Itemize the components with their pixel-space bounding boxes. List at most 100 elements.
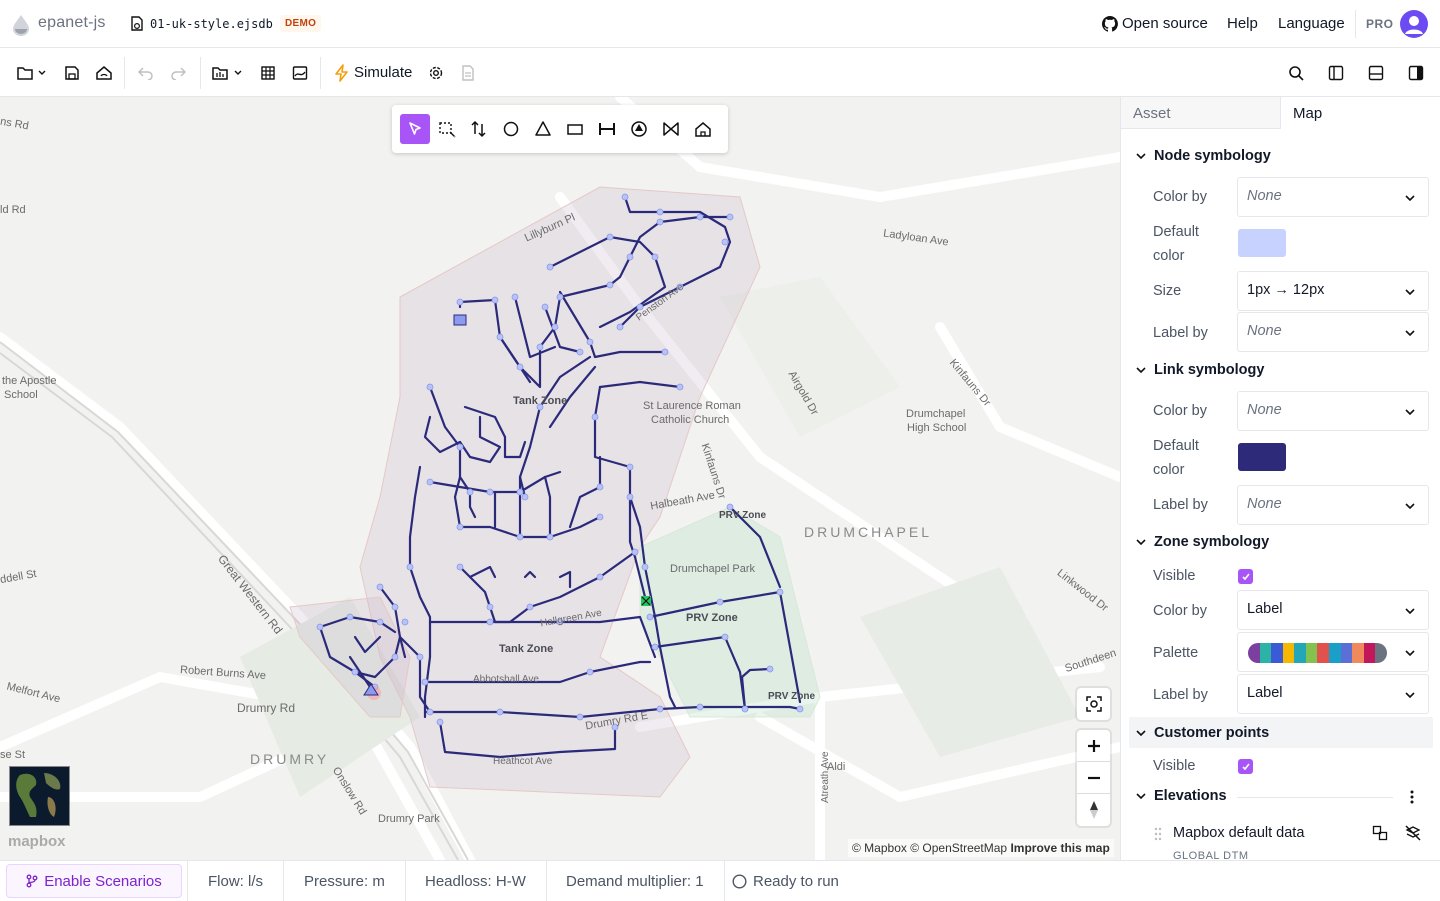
mapbox-attribution[interactable]: © Mapbox: [852, 841, 907, 855]
folder-icon[interactable]: [14, 63, 48, 83]
save-cloud-icon[interactable]: [94, 63, 114, 83]
osm-attribution[interactable]: © OpenStreetMap: [910, 841, 1007, 855]
select-value: None: [1247, 188, 1282, 204]
reshape-tool[interactable]: [464, 114, 494, 144]
more-vertical-icon[interactable]: [1409, 789, 1415, 805]
redo-icon[interactable]: [168, 63, 188, 83]
file-name[interactable]: 01-uk-style.ejsdb: [150, 17, 273, 31]
chevron-down-icon: [1405, 608, 1415, 615]
street-label: Atreath Ave: [820, 751, 831, 803]
valve-tool[interactable]: [656, 114, 686, 144]
user-icon: [1405, 16, 1423, 34]
undo-icon[interactable]: [136, 63, 156, 83]
palette-color: [1305, 643, 1318, 663]
pipe-icon: [599, 123, 615, 135]
junction-tool[interactable]: [496, 114, 526, 144]
pointer-icon: [409, 122, 421, 135]
locate-icon[interactable]: [1077, 688, 1110, 720]
palette-preview: [1248, 643, 1387, 663]
drag-handle-icon[interactable]: [1154, 827, 1162, 841]
status-text: Flow: l/s: [208, 872, 264, 890]
flow-units[interactable]: Flow: l/s: [187, 861, 285, 901]
save-icon[interactable]: [62, 63, 82, 83]
settings-icon[interactable]: [426, 63, 446, 83]
map-canvas[interactable]: ns Rd ld Rd the Apostle School ddell St …: [0, 97, 1120, 860]
simulate-icon[interactable]: [332, 63, 352, 83]
compass-button[interactable]: [1077, 794, 1110, 826]
user-avatar[interactable]: [1400, 10, 1428, 38]
tank-tool[interactable]: [560, 114, 590, 144]
select-area-tool[interactable]: [432, 114, 462, 144]
demand-multiplier[interactable]: Demand multiplier: 1: [546, 861, 725, 901]
palette-color: [1282, 643, 1295, 663]
pressure-units[interactable]: Pressure: m: [284, 861, 406, 901]
chevron-down-icon: [1405, 289, 1415, 296]
palette-color: [1259, 643, 1272, 663]
elevations-header[interactable]: Elevations: [1135, 788, 1227, 804]
pipe-tool[interactable]: [592, 114, 622, 144]
zoom-out-button[interactable]: [1077, 762, 1110, 794]
field-label: color: [1153, 248, 1185, 264]
app-header: epanet-js 01-uk-style.ejsdb DEMO Open so…: [0, 0, 1440, 48]
zone-label-by-select[interactable]: Label: [1237, 674, 1429, 714]
github-icon: [1102, 16, 1118, 32]
swap-icon[interactable]: [1372, 825, 1388, 841]
enable-scenarios-button[interactable]: Enable Scenarios: [6, 864, 182, 898]
simulation-status: Ready to run: [722, 861, 859, 901]
search-icon[interactable]: [1286, 63, 1306, 83]
bottom-panel-icon[interactable]: [1366, 63, 1386, 83]
customer-point-tool[interactable]: [688, 114, 718, 144]
simulate-button[interactable]: Simulate: [354, 64, 412, 81]
language-link[interactable]: Language: [1278, 15, 1345, 32]
node-default-color-swatch[interactable]: [1238, 229, 1286, 257]
link-symbology-header[interactable]: Link symbology: [1135, 362, 1264, 378]
node-color-by-select[interactable]: None: [1237, 177, 1429, 217]
minimap-globe[interactable]: [9, 766, 70, 826]
scenario-icon[interactable]: [290, 63, 310, 83]
select-tool[interactable]: [400, 114, 430, 144]
minus-icon: [1087, 776, 1100, 779]
palette-color: [1317, 643, 1330, 663]
link-default-color-swatch[interactable]: [1238, 443, 1286, 471]
open-source-link[interactable]: Open source: [1122, 15, 1208, 32]
report-icon[interactable]: [458, 63, 478, 83]
zone-symbology-header[interactable]: Zone symbology: [1135, 534, 1269, 550]
section-title: Customer points: [1154, 724, 1270, 741]
node-symbology-header[interactable]: Node symbology: [1135, 148, 1271, 164]
file-sync-icon: [131, 16, 143, 31]
node-label-by-select[interactable]: None: [1237, 312, 1429, 352]
zoom-in-button[interactable]: [1077, 730, 1110, 762]
disable-layer-icon[interactable]: [1404, 824, 1422, 842]
field-label: color: [1153, 462, 1185, 478]
street-label: Abbotshall Ave: [473, 674, 539, 685]
toolbar-divider: [200, 57, 201, 89]
palette-color: [1294, 643, 1306, 663]
mapbox-logo: mapbox: [8, 833, 66, 850]
poi-label: Drumchapel: [906, 408, 966, 420]
customer-visible-checkbox[interactable]: [1238, 759, 1253, 774]
zone-color-by-select[interactable]: Label: [1237, 590, 1429, 630]
link-label-by-select[interactable]: None: [1237, 485, 1429, 525]
node-size-select[interactable]: 1px → 12px: [1237, 271, 1429, 311]
locate-control[interactable]: [1077, 688, 1110, 720]
headloss-formula[interactable]: Headloss: H-W: [405, 861, 547, 901]
zone-visible-checkbox[interactable]: [1238, 569, 1253, 584]
demo-badge: DEMO: [280, 15, 322, 32]
pump-tool[interactable]: [624, 114, 654, 144]
field-label: Default: [1153, 224, 1199, 240]
sidebar-right-icon[interactable]: [1406, 63, 1426, 83]
customer-points-header[interactable]: Customer points: [1129, 717, 1433, 748]
tab-map[interactable]: Map: [1281, 97, 1440, 129]
sidebar-left-icon[interactable]: [1326, 63, 1346, 83]
tab-asset[interactable]: Asset: [1121, 97, 1281, 129]
chevron-down-icon: [1405, 195, 1415, 202]
link-color-by-select[interactable]: None: [1237, 391, 1429, 431]
table-icon[interactable]: [258, 63, 278, 83]
chevron-down-icon: [1405, 692, 1415, 699]
zone-label: Tank Zone: [499, 643, 554, 655]
import-icon[interactable]: [210, 63, 244, 83]
reservoir-tool[interactable]: [528, 114, 558, 144]
improve-map-link[interactable]: Improve this map: [1010, 841, 1109, 855]
zone-label: Tank Zone: [513, 395, 568, 407]
help-link[interactable]: Help: [1227, 15, 1258, 32]
